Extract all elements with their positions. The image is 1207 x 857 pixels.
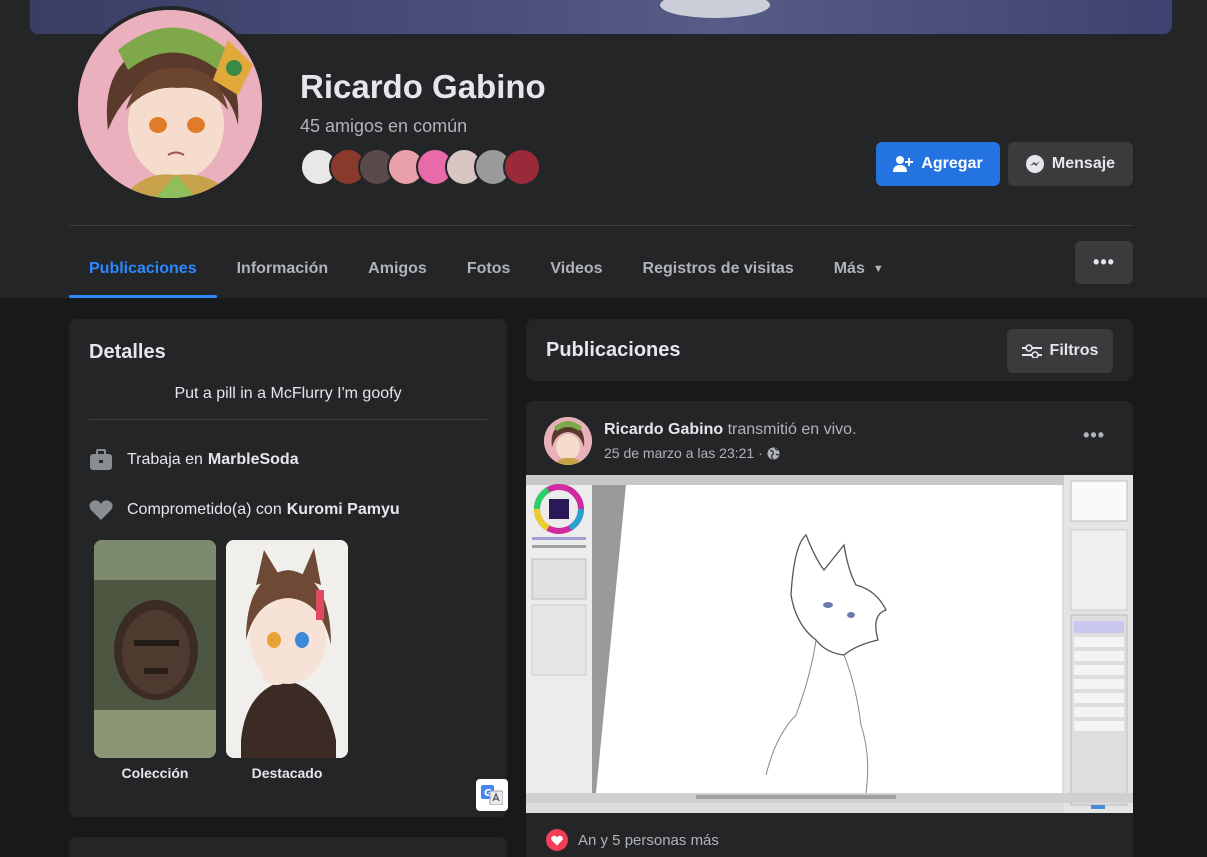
posts-section-title: Publicaciones — [546, 339, 681, 361]
featured-collection[interactable] — [94, 540, 216, 758]
header-divider — [69, 225, 1133, 226]
post-author-name[interactable]: Ricardo Gabino — [604, 421, 723, 438]
tab-amigos[interactable]: Amigos — [348, 240, 447, 298]
details-card: Detalles Put a pill in a McFlurry I'm go… — [69, 319, 507, 817]
globe-icon — [767, 447, 780, 459]
profile-more-options-button[interactable]: ••• — [1075, 241, 1133, 284]
mutual-friends-count[interactable]: 45 amigos en común — [300, 116, 467, 137]
filters-label: Filtros — [1049, 342, 1099, 359]
tab-registros-de-visitas[interactable]: Registros de visitas — [623, 240, 814, 298]
partner-link[interactable]: Kuromi Pamyu — [287, 501, 400, 519]
featured-collection-label: Colección — [121, 765, 189, 781]
briefcase-icon — [90, 449, 112, 470]
friend-avatar[interactable] — [503, 148, 541, 186]
love-reaction-icon — [546, 829, 568, 851]
featured-highlight[interactable] — [226, 540, 348, 758]
post-header-text: Ricardo Gabino transmitió en vivo. — [604, 421, 857, 439]
filter-sliders-icon — [1021, 344, 1042, 358]
secondary-card — [69, 837, 507, 857]
mutual-friends-avatars[interactable] — [300, 148, 541, 186]
filters-button[interactable]: Filtros — [1007, 329, 1113, 373]
tab-mas[interactable]: Más ▼ — [814, 240, 904, 298]
relationship-info: Comprometido(a) con Kuromi Pamyu — [89, 499, 400, 521]
profile-bio: Put a pill in a McFlurry I'm goofy — [174, 385, 402, 402]
post-timestamp[interactable]: 25 de marzo a las 23:21 · — [604, 445, 780, 461]
add-friend-label: Agregar — [921, 155, 983, 172]
details-divider — [89, 419, 487, 420]
add-friend-button[interactable]: Agregar — [876, 142, 1000, 186]
heart-icon — [89, 500, 113, 520]
more-dots-icon: ••• — [1083, 425, 1105, 445]
more-dots-icon: ••• — [1093, 252, 1115, 272]
post-card: Ricardo Gabino transmitió en vivo. 25 de… — [526, 401, 1133, 857]
workplace-link[interactable]: MarbleSoda — [208, 451, 299, 469]
message-button[interactable]: Mensaje — [1008, 142, 1133, 186]
translate-icon[interactable]: G — [476, 779, 508, 811]
add-friend-icon — [893, 156, 914, 172]
tab-publicaciones[interactable]: Publicaciones — [69, 240, 217, 298]
post-reactions[interactable]: An y 5 personas más — [546, 829, 719, 851]
post-author-avatar[interactable] — [544, 417, 592, 465]
tab-videos[interactable]: Videos — [530, 240, 622, 298]
profile-tabs: Publicaciones Información Amigos Fotos V… — [69, 240, 904, 298]
work-info: Trabaja en MarbleSoda — [89, 449, 299, 471]
live-video-player[interactable] — [526, 475, 1133, 813]
profile-avatar[interactable] — [74, 6, 266, 202]
details-title: Detalles — [89, 341, 166, 363]
messenger-icon — [1025, 155, 1044, 173]
reactions-text: An y 5 personas más — [578, 831, 719, 849]
tab-informacion[interactable]: Información — [217, 240, 349, 298]
caret-down-icon: ▼ — [872, 263, 884, 275]
profile-name: Ricardo Gabino — [300, 68, 546, 105]
tab-fotos[interactable]: Fotos — [447, 240, 531, 298]
post-action-text: transmitió en vivo. — [727, 421, 857, 438]
message-label: Mensaje — [1051, 155, 1116, 172]
posts-header-card: Publicaciones Filtros — [526, 319, 1133, 381]
featured-highlight-label: Destacado — [251, 765, 323, 781]
post-options-button[interactable]: ••• — [1083, 425, 1105, 446]
